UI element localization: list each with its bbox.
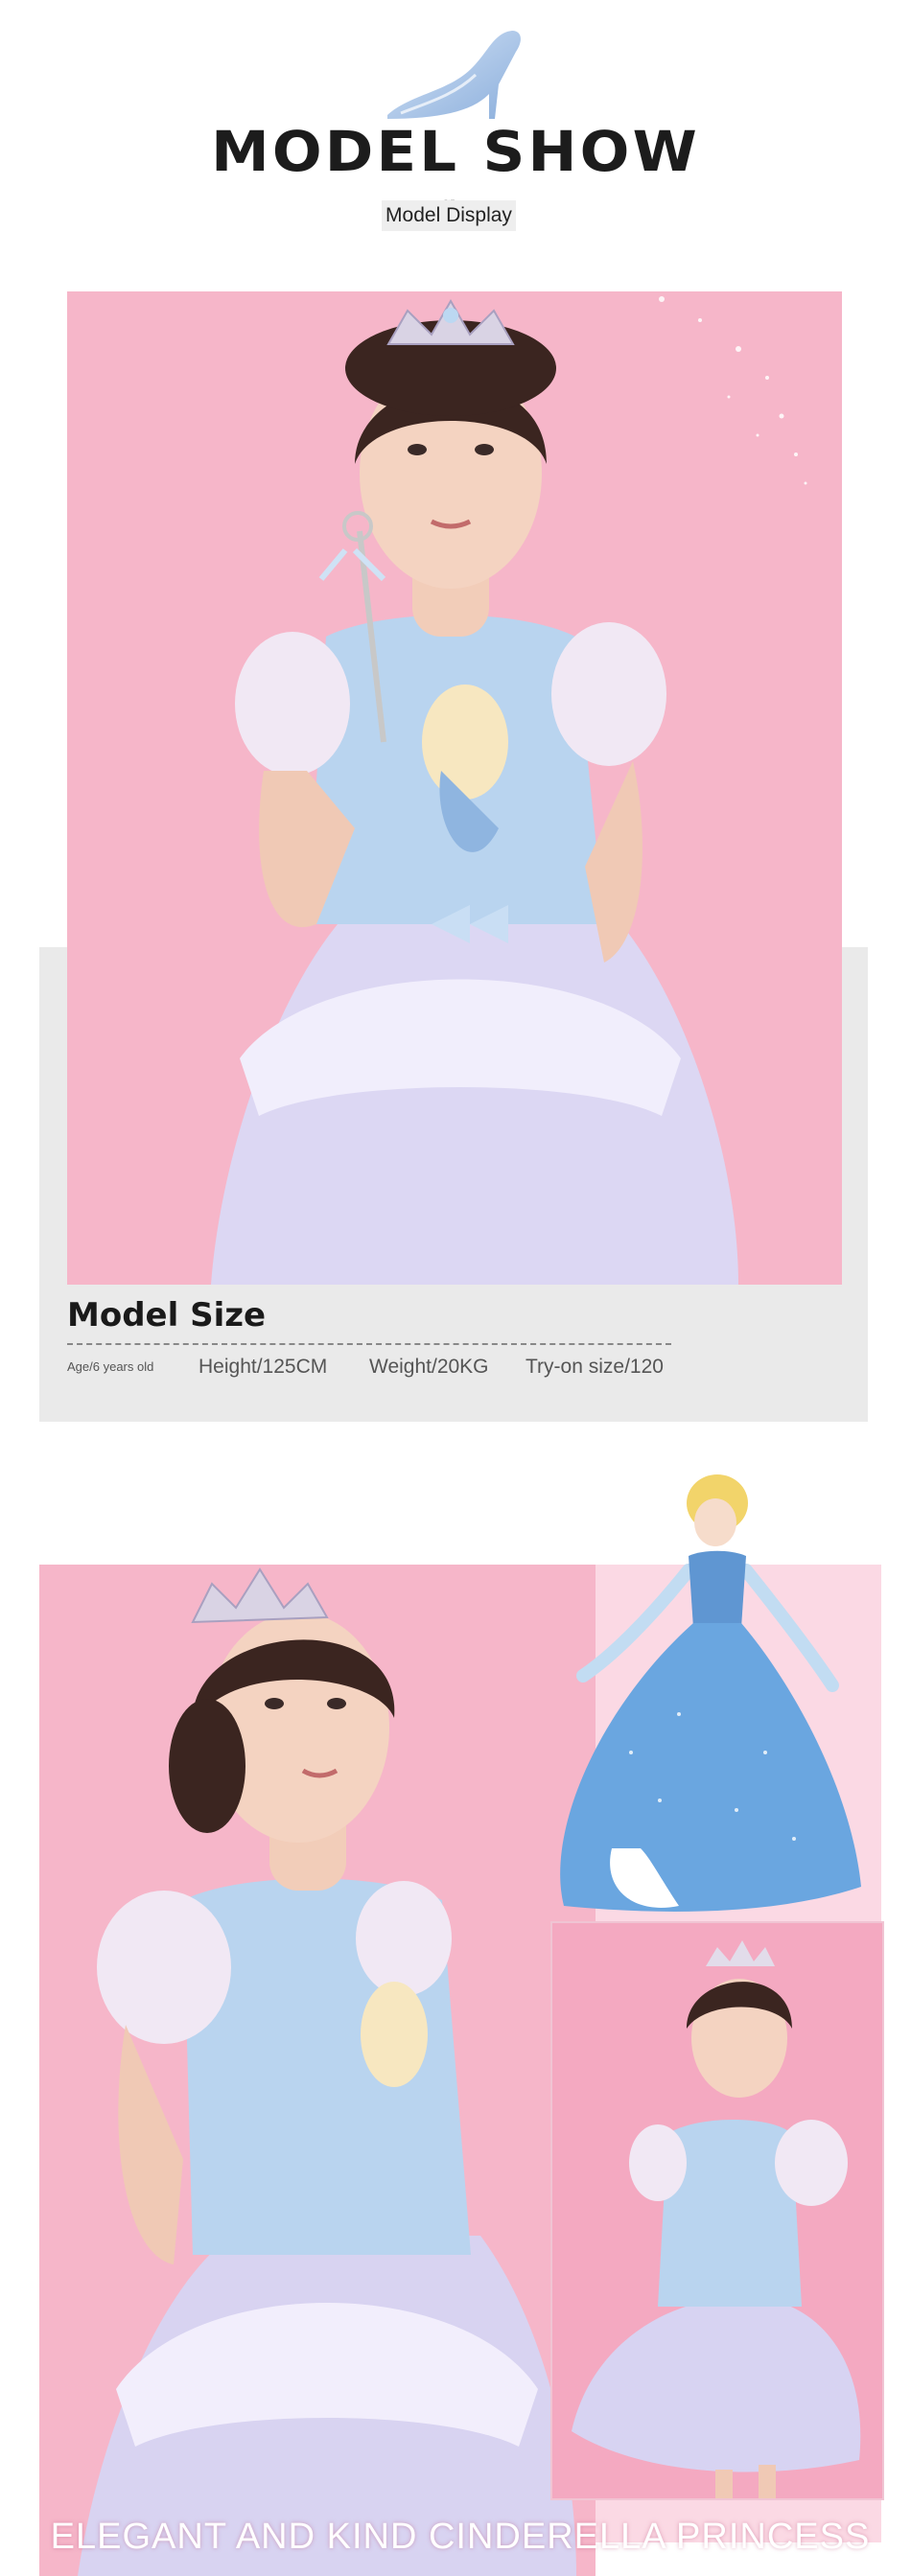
model-weight: Weight/20KG [369,1356,489,1378]
model-photo-side [39,1565,596,2576]
section-title: MODEL SHOW [211,119,700,184]
glass-slipper-icon [387,31,521,119]
model-photo-twirl [550,1921,884,2500]
model-age: Age/6 years old [67,1359,154,1374]
banner-text: ELEGANT AND KIND CINDERELLA PRINCESS [50,2516,871,2557]
model-photo-front [67,291,842,1285]
divider [67,1343,671,1345]
model-tryon-size: Try-on size/120 [526,1356,664,1378]
model-height: Height/125CM [199,1356,328,1378]
subtitle: Model Display [382,200,516,231]
cinderella-illustration [560,1474,861,1912]
model-size-title: Model Size [67,1296,267,1334]
